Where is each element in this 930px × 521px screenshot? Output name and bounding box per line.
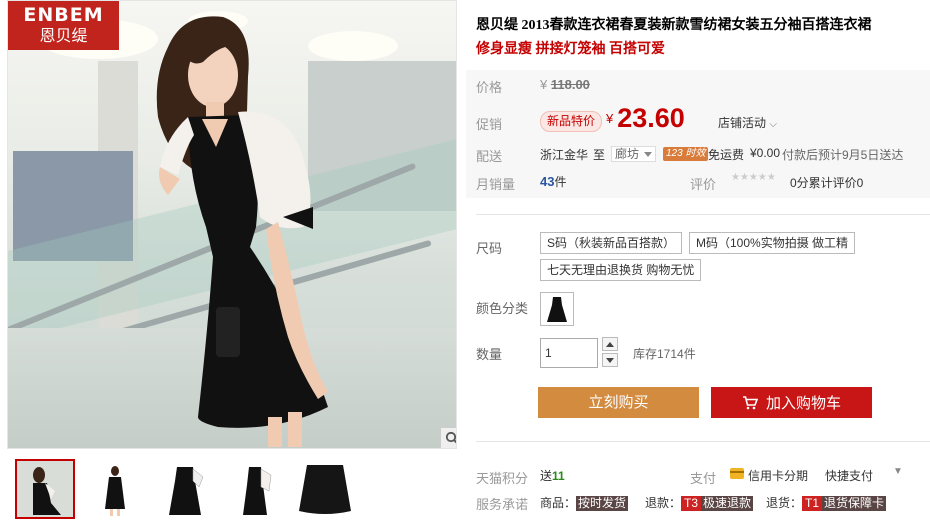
stock-text: 库存1714件 [633, 347, 696, 361]
destination-value: 廊坊 [615, 147, 640, 161]
brand-logo-en: ENBEM [23, 4, 104, 26]
thumbnail-5-image [299, 465, 351, 514]
thumbnail-2-image [105, 466, 125, 516]
service-return: 退货： T1 退货保障卡 [766, 494, 887, 511]
service-goods-tag[interactable]: 按时发货 [576, 496, 629, 511]
shop-event-label: 店铺活动 [718, 116, 767, 130]
add-to-cart-button[interactable]: 加入购物车 [711, 387, 872, 418]
service-refund-tag[interactable]: 极速退款 [701, 496, 754, 511]
promo-tag: 新品特价 [540, 111, 603, 132]
service-return-label: 退货： [766, 496, 803, 510]
points-label: 天猫积分 [476, 471, 529, 486]
payment-label: 支付 [690, 471, 717, 486]
monthly-sales-label: 月销量 [476, 177, 516, 192]
size-option-return[interactable]: 七天无理由退换货 购物无忧 [540, 259, 702, 281]
thumbnail-3-image [169, 467, 204, 515]
payment-more-arrow-icon[interactable]: ▼ [893, 466, 903, 477]
rating-stars: ★★★★★ [731, 172, 776, 183]
shipping-label: 配送 [476, 149, 503, 164]
price-label: 价格 [476, 80, 503, 95]
product-main-image[interactable]: ENBEM 恩贝缇 [7, 0, 457, 449]
fast-pay[interactable]: 快捷支付 [825, 467, 873, 484]
monthly-sales-count: 43 [540, 174, 555, 189]
product-title: 恩贝缇 2013春款连衣裙春夏装新款雪纺裙女装五分袖百搭连衣裙 [476, 18, 872, 33]
thumbnail-1[interactable] [15, 459, 75, 519]
thumbnail-4-image [243, 467, 272, 515]
service-refund: 退款： T3 极速退款 [645, 494, 754, 511]
brand-logo-cn: 恩贝缇 [39, 28, 88, 45]
service-label: 服务承诺 [476, 497, 529, 512]
promo-label: 促销 [476, 117, 503, 132]
destination-select[interactable]: 廊坊 [611, 146, 657, 162]
color-label: 颜色分类 [476, 301, 529, 316]
divider [476, 214, 930, 215]
shop-event-dropdown[interactable]: 店铺活动 ⌵ [718, 114, 777, 131]
quantity-input[interactable] [540, 338, 598, 368]
size-option-m[interactable]: M码（100%实物拍摄 做工精 [689, 232, 856, 254]
currency-symbol: ¥ [540, 77, 548, 92]
service-refund-label: 退款： [645, 496, 682, 510]
original-price-value: 118.00 [550, 77, 590, 92]
thumbnail-1-image [17, 461, 73, 517]
zoom-button[interactable] [440, 427, 456, 448]
review-label: 评价 [690, 177, 717, 192]
arrow-up-icon [606, 341, 614, 347]
service-goods: 商品： 按时发货 [540, 494, 629, 511]
quantity-label: 数量 [476, 347, 503, 362]
size-option-s[interactable]: S码（秋装新品百搭款） [540, 232, 683, 254]
service-return-tag[interactable]: 退货保障卡 [822, 496, 887, 511]
caret-down-icon [644, 152, 653, 157]
divider [476, 441, 930, 442]
service-goods-label: 商品： [540, 496, 577, 510]
credit-card-icon [730, 468, 744, 479]
delivery-note: 付款后预计9月5日送达 [782, 148, 904, 162]
shipping-fee-label: 免运费 [708, 148, 745, 162]
service-return-code: T1 [802, 496, 823, 511]
monthly-sales-unit: 件 [554, 175, 567, 189]
monthly-sales: 43件 [540, 173, 566, 190]
service-refund-code: T3 [681, 496, 702, 511]
buy-now-button[interactable]: 立刻购买 [538, 387, 699, 418]
dress-swatch-image [547, 297, 567, 322]
shipping-to-word: 至 [593, 148, 606, 162]
color-swatch-black[interactable] [540, 292, 574, 326]
shipping-fee: ¥0.00 [750, 146, 781, 160]
quantity-decrease-button[interactable] [602, 353, 618, 367]
product-subtitle: 修身显瘦 拼接灯笼袖 百搭可爱 [476, 42, 665, 57]
promo-currency: ¥ [606, 111, 614, 126]
thumbnail-5[interactable] [295, 459, 355, 519]
quantity-increase-button[interactable] [602, 337, 618, 351]
chevron-down-icon: ⌵ [769, 119, 777, 130]
size-label: 尺码 [476, 241, 503, 256]
points: 送11 [540, 467, 565, 484]
points-value: 11 [552, 469, 565, 483]
promo-price-value: 23.60 [617, 103, 685, 133]
brand-logo: ENBEM 恩贝缇 [8, 1, 119, 50]
model-photo [156, 16, 328, 447]
arrow-down-icon [606, 357, 614, 363]
review-count[interactable]: 0分累计评价0 [790, 174, 863, 191]
magnifier-icon [445, 431, 456, 444]
cart-icon [742, 395, 758, 409]
thumbnail-2[interactable] [85, 459, 145, 519]
thumbnail-4[interactable] [225, 459, 285, 519]
add-to-cart-label: 加入购物车 [765, 395, 841, 412]
original-price: ¥ 118.00 [540, 77, 590, 92]
thumbnail-3[interactable] [155, 459, 215, 519]
delivery-speed-badge: 123 时效 [663, 147, 709, 161]
card-installment[interactable]: 信用卡分期 [748, 467, 808, 484]
shipping-from: 浙江金华 [540, 148, 589, 162]
promo-price: ¥23.60 [606, 103, 685, 134]
points-prefix: 送 [540, 469, 553, 483]
